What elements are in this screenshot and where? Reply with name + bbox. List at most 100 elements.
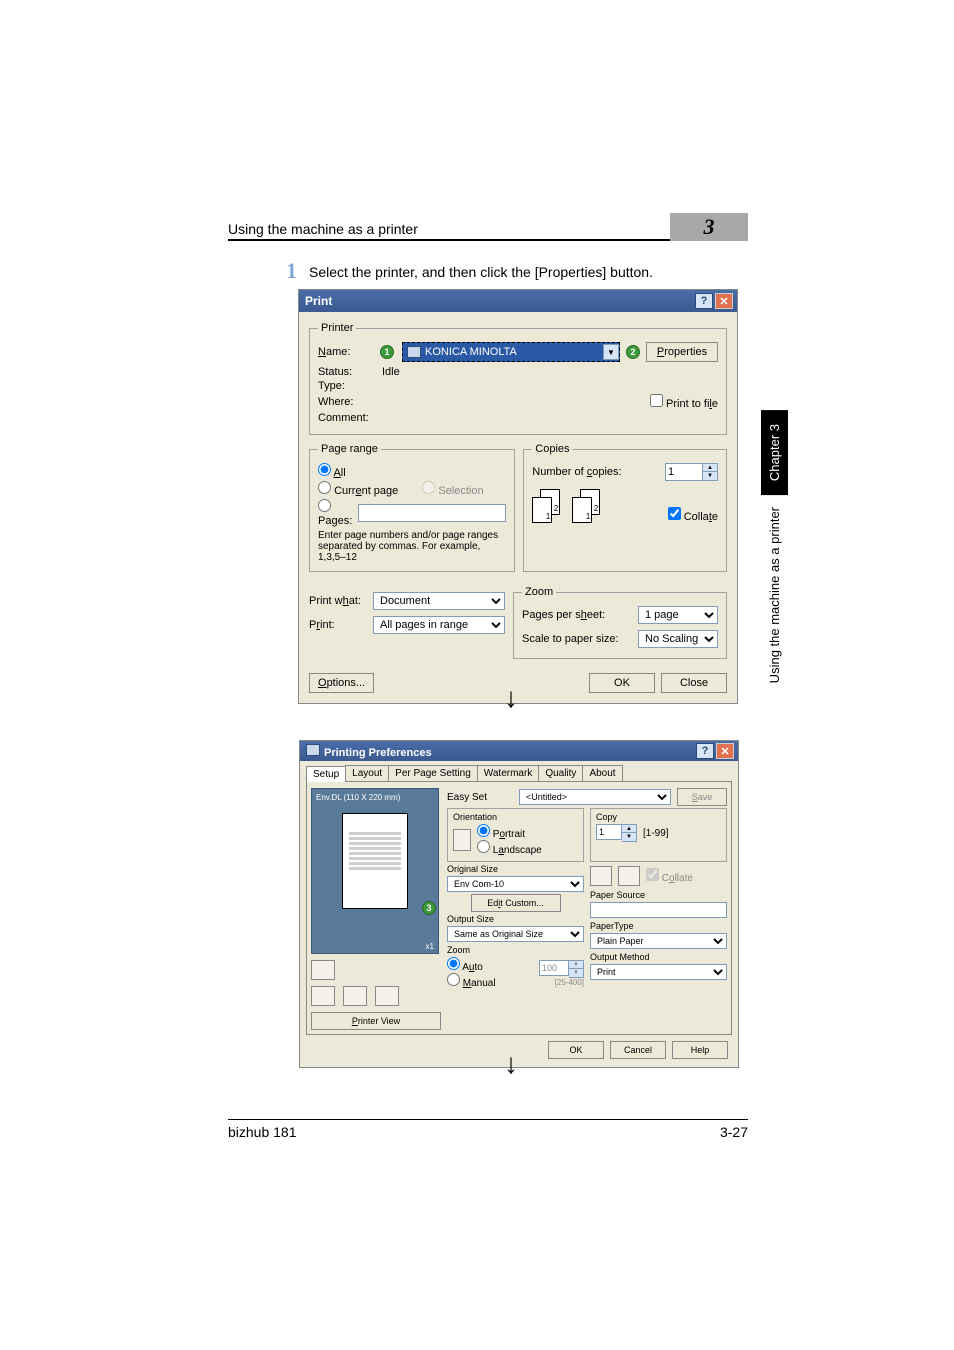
printer-view-button[interactable]: Printer View xyxy=(311,1012,441,1030)
easy-set-select[interactable]: <Untitled> xyxy=(519,789,671,805)
orientation-icon xyxy=(453,829,471,851)
pages-per-sheet-select[interactable]: 1 page xyxy=(638,606,718,624)
close-icon[interactable]: ✕ xyxy=(716,743,734,759)
footer-right: 3-27 xyxy=(720,1124,748,1140)
spin-up-icon[interactable]: ▲ xyxy=(622,825,636,833)
orientation-group: Orientation Portrait Landscape xyxy=(447,808,584,862)
page-range-group: Page range All Current page Selection Pa… xyxy=(309,443,515,572)
print-range-select[interactable]: All pages in range xyxy=(373,616,505,634)
original-size-select[interactable]: Env Com-10 xyxy=(447,876,584,892)
step-row: 1 Select the printer, and then click the… xyxy=(286,258,746,284)
zoom-auto-radio[interactable]: Auto xyxy=(447,962,483,973)
layout-icon-3[interactable] xyxy=(343,986,367,1006)
tab-about[interactable]: About xyxy=(582,765,622,781)
paper-source-select[interactable]: Auto xyxy=(590,902,727,918)
print-what-label: Print what: xyxy=(309,595,367,607)
scale-select[interactable]: No Scaling xyxy=(638,630,718,648)
type-label: Type: xyxy=(318,380,376,392)
comment-label: Comment: xyxy=(318,412,376,424)
help-icon[interactable]: ? xyxy=(695,293,713,309)
help-button[interactable]: Help xyxy=(672,1041,728,1059)
spin-down-icon[interactable]: ▼ xyxy=(622,833,636,841)
collate-checkbox[interactable]: Collate xyxy=(668,507,718,523)
print-what-select[interactable]: Document xyxy=(373,592,505,610)
printer-icon xyxy=(306,744,320,756)
copy-spinner[interactable]: ▲▼ xyxy=(596,824,637,842)
portrait-radio[interactable]: Portrait xyxy=(477,829,525,840)
output-size-label: Output Size xyxy=(447,914,584,924)
num-copies-spinner[interactable]: ▲▼ xyxy=(665,463,718,481)
callout-3: 3 xyxy=(422,901,436,915)
status-label: Status: xyxy=(318,366,376,378)
header-chapter-badge: 3 xyxy=(670,213,748,241)
tab-watermark[interactable]: Watermark xyxy=(477,765,540,781)
tab-quality[interactable]: Quality xyxy=(538,765,583,781)
scale-label: Scale to paper size: xyxy=(522,633,619,645)
easy-set-label: Easy Set xyxy=(447,792,513,803)
landscape-radio[interactable]: Landscape xyxy=(477,845,542,856)
output-method-select[interactable]: Print xyxy=(590,964,727,980)
side-tab: Chapter 3 Using the machine as a printer xyxy=(759,410,789,730)
output-method-label: Output Method xyxy=(590,952,727,962)
layout-icon-1[interactable] xyxy=(311,960,335,980)
arrow-down-icon: ↓ xyxy=(504,682,518,714)
copy-input[interactable] xyxy=(596,824,622,840)
copy-legend: Copy xyxy=(596,812,721,822)
page-footer: bizhub 181 3-27 xyxy=(228,1119,748,1140)
collate-icon-1 xyxy=(590,866,612,886)
print-dialog: Print ? ✕ Printer Name: 1 KONICA MINOLTA… xyxy=(298,289,738,704)
range-current-radio[interactable]: Current page xyxy=(318,481,398,497)
zoom-legend: Zoom xyxy=(522,586,556,598)
print-to-file-input[interactable] xyxy=(650,394,663,407)
preview-caption: Env.DL (110 X 220 mm) xyxy=(316,793,400,802)
page-range-legend: Page range xyxy=(318,443,381,455)
preview-zoom-factor: x1 xyxy=(426,942,434,951)
pages-input[interactable] xyxy=(358,504,506,522)
save-button: Save xyxy=(677,788,727,806)
range-all-radio[interactable]: All xyxy=(318,463,346,479)
paper-source-label: Paper Source xyxy=(590,890,727,900)
paper-type-select[interactable]: Plain Paper xyxy=(590,933,727,949)
chevron-down-icon[interactable]: ▼ xyxy=(603,344,619,360)
printer-name-value: KONICA MINOLTA xyxy=(425,346,517,358)
printer-group: Printer Name: 1 KONICA MINOLTA ▼ 2 Prope… xyxy=(309,322,727,435)
copy-group: Copy ▲▼ [1-99] xyxy=(590,808,727,862)
zoom-range-label: [25-400] xyxy=(539,978,584,987)
cancel-button[interactable]: Cancel xyxy=(610,1041,666,1059)
pages-hint: Enter page numbers and/or page ranges se… xyxy=(318,530,506,563)
output-size-select[interactable]: Same as Original Size xyxy=(447,926,584,942)
printer-name-select[interactable]: KONICA MINOLTA ▼ xyxy=(402,342,620,362)
where-label: Where: xyxy=(318,396,376,408)
printer-icon xyxy=(407,346,421,358)
options-button[interactable]: Options... xyxy=(309,673,374,693)
ok-button[interactable]: OK xyxy=(589,673,655,693)
tab-setup[interactable]: Setup xyxy=(306,766,346,782)
preview-toolbar xyxy=(311,960,441,980)
prefs-titlebar: Printing Preferences ? ✕ xyxy=(300,741,738,761)
layout-icon-4[interactable] xyxy=(375,986,399,1006)
range-pages-radio[interactable]: Pages: xyxy=(318,499,352,527)
preview-page-icon xyxy=(342,813,408,909)
zoom-group: Zoom Pages per sheet: 1 page Scale to pa… xyxy=(513,586,727,659)
zoom-manual-radio[interactable]: Manual xyxy=(447,978,496,989)
layout-icon-2[interactable] xyxy=(311,986,335,1006)
spin-down-icon[interactable]: ▼ xyxy=(703,472,717,480)
close-button[interactable]: Close xyxy=(661,673,727,693)
close-icon[interactable]: ✕ xyxy=(715,293,733,309)
help-icon[interactable]: ? xyxy=(696,743,714,759)
ok-button[interactable]: OK xyxy=(548,1041,604,1059)
tab-layout[interactable]: Layout xyxy=(345,765,389,781)
range-selection-radio: Selection xyxy=(422,481,483,497)
copies-legend: Copies xyxy=(532,443,572,455)
callout-2: 2 xyxy=(626,345,640,359)
step-number: 1 xyxy=(286,258,297,284)
print-to-file-checkbox[interactable]: Print to file xyxy=(650,394,718,410)
properties-button[interactable]: Properties xyxy=(646,342,718,362)
tab-per-page-setting[interactable]: Per Page Setting xyxy=(388,765,478,781)
edit-custom-button[interactable]: Edit Custom... xyxy=(471,894,561,912)
printer-group-legend: Printer xyxy=(318,322,356,334)
prefs-tabs: Setup Layout Per Page Setting Watermark … xyxy=(306,765,732,782)
zoom-spinner: ▲▼ xyxy=(539,960,584,978)
spin-up-icon[interactable]: ▲ xyxy=(703,464,717,472)
num-copies-input[interactable] xyxy=(665,463,703,481)
